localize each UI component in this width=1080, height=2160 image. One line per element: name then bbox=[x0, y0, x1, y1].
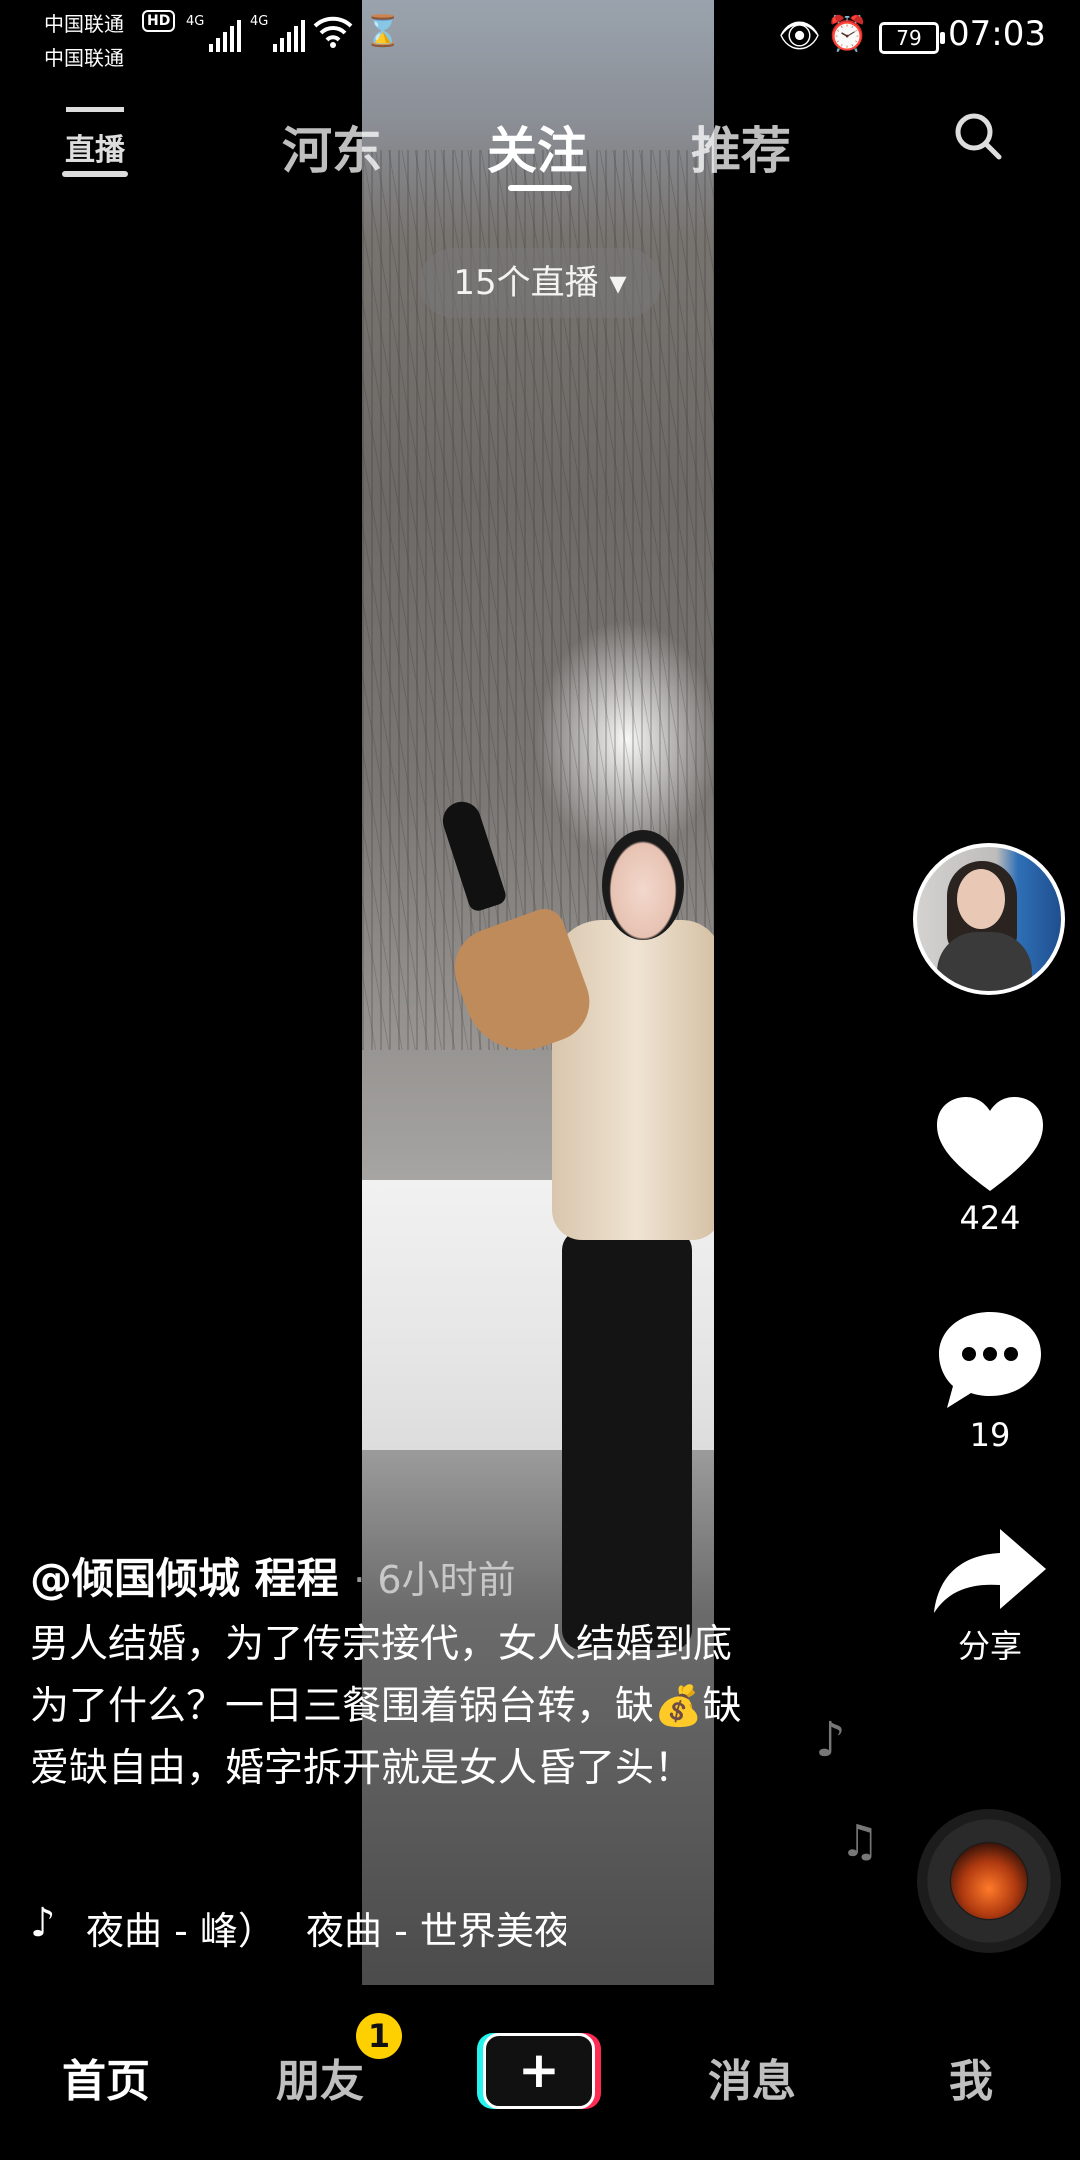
person-legs bbox=[562, 1230, 692, 1650]
music-note-icon: ♪ bbox=[815, 1712, 846, 1768]
alarm-icon: ⏰ bbox=[826, 14, 869, 54]
person-head bbox=[602, 830, 684, 940]
music-notes-icon: ♫ bbox=[840, 1816, 880, 1867]
hourglass-icon: ⌛ bbox=[364, 14, 402, 49]
carrier-2: 中国联通 bbox=[44, 46, 124, 70]
battery-icon: 79 bbox=[879, 22, 945, 54]
music-marquee[interactable]: ♪ 夜曲 - 峰） 夜曲 - 世界美夜曲 bbox=[30, 1900, 590, 1950]
search-icon[interactable] bbox=[953, 111, 1003, 161]
tiktok-note-icon: ♪ bbox=[30, 1900, 56, 1946]
author-line[interactable]: @倾国倾城 程程 · 6小时前 bbox=[30, 1545, 516, 1606]
tab-recommended[interactable]: 推荐 bbox=[691, 111, 791, 183]
clock: 07:03 bbox=[948, 14, 1046, 54]
eye-icon: 👁 bbox=[778, 16, 822, 56]
live-count-pill[interactable]: 15个直播 ▾ bbox=[419, 248, 661, 318]
live-tv-icon[interactable]: 直播 bbox=[62, 107, 128, 177]
wifi-icon bbox=[313, 14, 353, 57]
carrier-1: 中国联通 bbox=[44, 12, 124, 36]
active-tab-indicator bbox=[508, 185, 572, 191]
signal-icon-1: 4G bbox=[186, 14, 242, 52]
live-label: 直播 bbox=[65, 133, 125, 168]
nav-me[interactable]: 我 bbox=[949, 2045, 993, 2109]
comment-button[interactable]: 19 bbox=[925, 1308, 1055, 1454]
tab-hedong[interactable]: 河东 bbox=[282, 111, 382, 183]
music-title-1: 夜曲 - 峰） bbox=[86, 1909, 276, 1950]
nav-home[interactable]: 首页 bbox=[62, 2045, 150, 2109]
hd-icon: HD bbox=[142, 10, 176, 32]
post-caption: 男人结婚，为了传宗接代，女人结婚到底为了什么？一日三餐围着锅台转，缺💰缺爱缺自由… bbox=[30, 1622, 742, 1791]
comment-count: 19 bbox=[969, 1416, 1011, 1454]
tab-following[interactable]: 关注 bbox=[487, 111, 587, 183]
signal-icon-2: 4G bbox=[250, 14, 306, 52]
author-avatar[interactable] bbox=[913, 843, 1065, 995]
music-disc[interactable] bbox=[917, 1809, 1061, 1953]
friends-badge: 1 bbox=[356, 2013, 402, 2059]
bottom-nav: 首页 朋友 1 + 消息 我 bbox=[0, 1985, 1080, 2160]
share-icon bbox=[934, 1529, 1046, 1613]
like-button[interactable]: 424 bbox=[925, 1095, 1055, 1237]
heart-icon bbox=[937, 1097, 1043, 1191]
author-name[interactable]: @倾国倾城 程程 bbox=[30, 1554, 339, 1603]
share-label: 分享 bbox=[957, 1627, 1022, 1665]
nav-messages[interactable]: 消息 bbox=[708, 2045, 796, 2109]
comment-icon bbox=[939, 1312, 1041, 1408]
add-video-button[interactable]: + bbox=[483, 2033, 595, 2109]
status-bar: 中国联通 中国联通 HD 4G 4G ⌛ 👁 ⏰ 79 07:03 bbox=[0, 0, 1080, 70]
like-count: 424 bbox=[959, 1199, 1021, 1237]
top-nav: 直播 河东 关注 推荐 bbox=[0, 95, 1080, 191]
music-title-2: 夜曲 - 世界美夜曲 bbox=[306, 1909, 566, 1950]
share-button[interactable]: 分享 bbox=[925, 1525, 1055, 1667]
post-time: · 6小时前 bbox=[353, 1558, 516, 1602]
nav-friends[interactable]: 朋友 bbox=[276, 2045, 364, 2109]
